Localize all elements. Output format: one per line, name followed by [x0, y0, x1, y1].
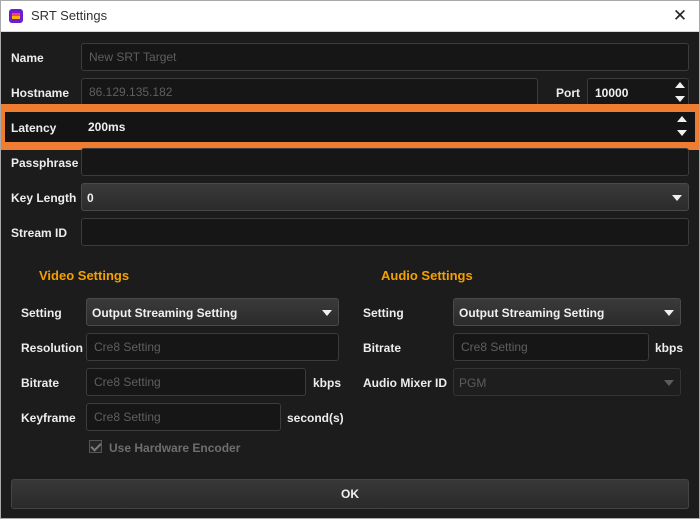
hw-encoder-label[interactable]: Use Hardware Encoder — [109, 441, 240, 455]
video-bitrate-label: Bitrate — [21, 376, 60, 390]
audio-bitrate-unit: kbps — [655, 341, 684, 355]
audio-setting-label: Setting — [363, 306, 404, 320]
latency-spin-arrows[interactable] — [677, 116, 687, 136]
window-title: SRT Settings — [31, 8, 108, 23]
video-bitrate-field[interactable] — [86, 368, 306, 396]
keyframe-label: Keyframe — [21, 411, 76, 425]
passphrase-label: Passphrase — [11, 156, 79, 170]
close-icon[interactable]: ✕ — [667, 4, 693, 28]
hostname-label: Hostname — [11, 86, 70, 100]
resolution-field[interactable] — [86, 333, 339, 361]
latency-row: Latency 200ms — [5, 112, 695, 142]
audio-settings-heading: Audio Settings — [381, 268, 473, 283]
latency-highlight: Latency 200ms — [1, 104, 699, 150]
hostname-field[interactable] — [81, 78, 538, 106]
keyframe-field[interactable] — [86, 403, 281, 431]
resolution-input[interactable] — [87, 334, 338, 360]
keylength-value: 0 — [87, 191, 94, 205]
ok-button[interactable]: OK — [11, 479, 689, 509]
port-spin-arrows[interactable] — [675, 82, 685, 102]
streamid-label: Stream ID — [11, 226, 68, 240]
audio-mixer-label: Audio Mixer ID — [363, 376, 448, 390]
audio-bitrate-label: Bitrate — [363, 341, 402, 355]
video-setting-label: Setting — [21, 306, 62, 320]
audio-mixer-value: PGM — [459, 376, 487, 390]
title-bar: SRT Settings ✕ — [1, 1, 699, 32]
port-label: Port — [556, 86, 580, 100]
latency-value: 200ms — [88, 120, 126, 134]
hw-encoder-checkbox[interactable] — [89, 440, 102, 453]
chevron-down-icon — [322, 310, 332, 316]
keyframe-unit: second(s) — [287, 411, 344, 425]
video-bitrate-unit: kbps — [313, 376, 342, 390]
port-value: 10000 — [595, 86, 629, 100]
spin-up-icon[interactable] — [675, 82, 685, 88]
latency-label: Latency — [11, 121, 57, 135]
chevron-down-icon — [664, 380, 674, 386]
spin-up-icon[interactable] — [677, 116, 687, 122]
hostname-input[interactable] — [82, 79, 537, 105]
resolution-label: Resolution — [21, 341, 83, 355]
dialog-content: Name Hostname Port 10000 Latency 200ms — [1, 32, 699, 518]
keylength-label: Key Length — [11, 191, 77, 205]
spin-down-icon[interactable] — [675, 96, 685, 102]
passphrase-field[interactable] — [81, 148, 689, 176]
video-setting-value: Output Streaming Setting — [92, 306, 238, 320]
port-spinbox[interactable]: 10000 — [587, 78, 689, 106]
video-settings-heading: Video Settings — [39, 268, 130, 283]
keylength-dropdown[interactable]: 0 — [81, 183, 689, 211]
srt-settings-window: SRT Settings ✕ Name Hostname Port 10000 … — [0, 0, 700, 519]
name-field[interactable] — [81, 43, 689, 71]
name-label: Name — [11, 51, 44, 65]
passphrase-input[interactable] — [82, 149, 688, 175]
streamid-input[interactable] — [82, 219, 688, 245]
chevron-down-icon — [672, 195, 682, 201]
audio-bitrate-input[interactable] — [454, 334, 648, 360]
latency-spinbox[interactable]: 200ms — [81, 113, 693, 141]
video-setting-dropdown[interactable]: Output Streaming Setting — [86, 298, 339, 326]
audio-setting-dropdown[interactable]: Output Streaming Setting — [453, 298, 681, 326]
streamid-field[interactable] — [81, 218, 689, 246]
checkmark-icon — [90, 440, 102, 452]
name-input[interactable] — [82, 44, 688, 70]
audio-setting-value: Output Streaming Setting — [459, 306, 605, 320]
audio-bitrate-field[interactable] — [453, 333, 649, 361]
app-logo-icon — [9, 9, 23, 23]
spin-down-icon[interactable] — [677, 130, 687, 136]
audio-mixer-dropdown[interactable]: PGM — [453, 368, 681, 396]
chevron-down-icon — [664, 310, 674, 316]
keyframe-input[interactable] — [87, 404, 280, 430]
video-bitrate-input[interactable] — [87, 369, 305, 395]
